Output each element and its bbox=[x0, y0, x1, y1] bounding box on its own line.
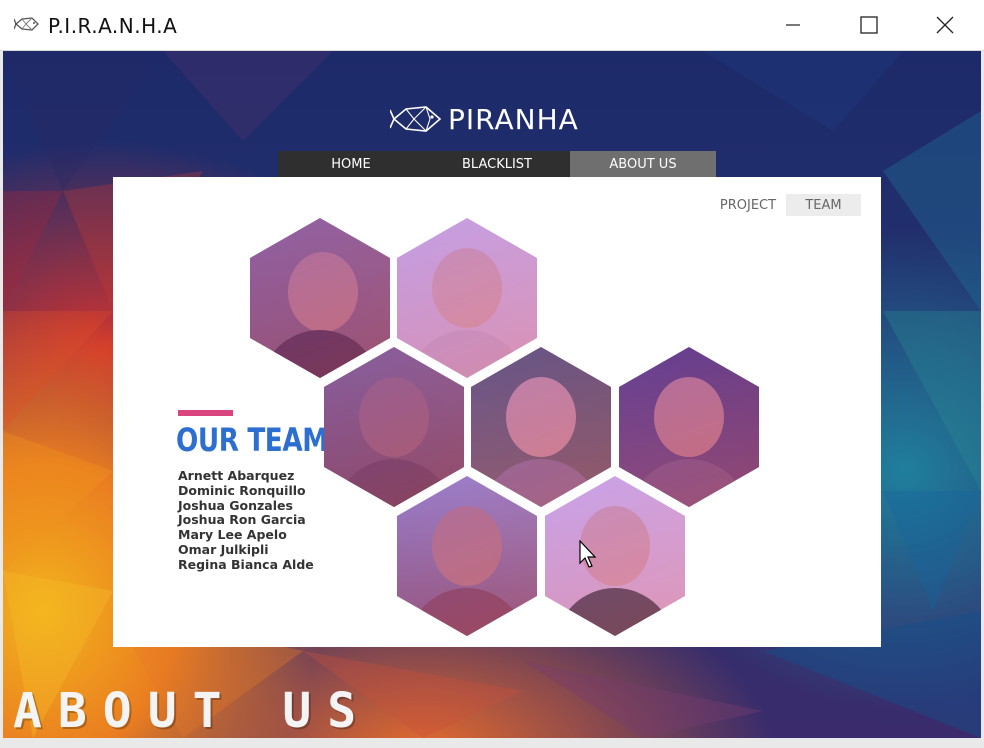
team-photo bbox=[619, 347, 759, 507]
list-item: Dominic Ronquillo bbox=[178, 482, 306, 498]
team-photo bbox=[545, 476, 685, 636]
team-photo bbox=[397, 218, 537, 378]
main-nav: HOME BLACKLIST ABOUT US bbox=[278, 151, 716, 177]
close-icon bbox=[936, 16, 954, 34]
close-button[interactable] bbox=[916, 0, 974, 50]
page-label: ABOUT US bbox=[13, 683, 373, 738]
heading-accent-bar bbox=[178, 410, 233, 416]
list-item: Arnett Abarquez bbox=[178, 468, 295, 483]
minimize-icon bbox=[786, 24, 800, 26]
nav-about-us[interactable]: ABOUT US bbox=[570, 151, 716, 177]
maximize-icon bbox=[860, 16, 878, 34]
piranha-logo: PIRANHA bbox=[390, 99, 579, 139]
about-panel: PROJECT TEAM OUR TEAM Arnett Abarquez Do… bbox=[113, 177, 881, 647]
team-photo bbox=[397, 476, 537, 636]
subtab-team[interactable]: TEAM bbox=[786, 194, 861, 216]
fish-icon bbox=[14, 17, 39, 31]
fish-logo-icon bbox=[390, 106, 442, 132]
team-photo bbox=[324, 347, 464, 507]
nav-home[interactable]: HOME bbox=[278, 151, 424, 177]
team-names-list: Arnett Abarquez Dominic Ronquillo Joshua… bbox=[178, 468, 314, 573]
title-bar[interactable]: P.I.R.A.N.H.A bbox=[0, 0, 984, 51]
team-heading: OUR TEAM bbox=[176, 421, 328, 459]
list-item: Joshua Gonzales bbox=[178, 497, 293, 513]
nav-blacklist[interactable]: BLACKLIST bbox=[424, 151, 570, 177]
app-content: PIRANHA HOME BLACKLIST ABOUT US PROJECT … bbox=[3, 51, 981, 738]
app-window: P.I.R.A.N.H.A PIRANHA HOME BLACKLIST ABO… bbox=[0, 0, 984, 748]
maximize-button[interactable] bbox=[840, 0, 898, 50]
team-photo bbox=[250, 218, 390, 378]
list-item: Joshua Ron Garcia bbox=[178, 512, 306, 528]
list-item: Omar Julkipli bbox=[178, 541, 269, 557]
team-photo bbox=[471, 347, 611, 507]
minimize-button[interactable] bbox=[764, 0, 822, 50]
subtab-project[interactable]: PROJECT bbox=[713, 194, 783, 216]
mouse-cursor-icon bbox=[579, 540, 597, 568]
window-title: P.I.R.A.N.H.A bbox=[48, 14, 178, 38]
logo-text: PIRANHA bbox=[448, 102, 579, 136]
list-item: Regina Bianca Alde bbox=[178, 556, 314, 572]
list-item: Mary Lee Apelo bbox=[178, 527, 287, 543]
